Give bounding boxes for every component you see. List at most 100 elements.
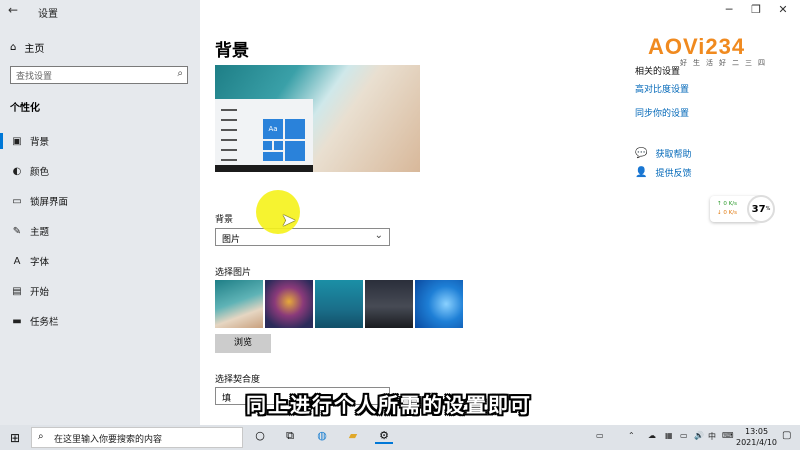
preview-line bbox=[221, 109, 237, 111]
search-input[interactable]: 查找设置 ⌕ bbox=[10, 66, 188, 84]
upload-speed: ↑ 0 K/s bbox=[717, 201, 737, 207]
picture-thumbnail-underwater[interactable] bbox=[315, 280, 363, 328]
sidebar-item-label: 开始 bbox=[30, 287, 50, 298]
help-chat-icon: 💬 bbox=[635, 148, 648, 159]
window-title: 设置 bbox=[38, 9, 58, 20]
clock-time: 13:05 bbox=[744, 427, 769, 436]
dropdown-value: 图片 bbox=[222, 235, 241, 245]
sidebar-item-label: 锁屏界面 bbox=[30, 197, 69, 208]
notification-icon[interactable]: ▢ bbox=[782, 430, 791, 441]
download-speed: ↓ 0 K/s bbox=[717, 210, 737, 216]
sidebar-item-label: 任务栏 bbox=[30, 317, 59, 328]
clock-date: 2021/4/10 bbox=[736, 438, 778, 447]
preview-window: Aa bbox=[215, 99, 313, 172]
network-icon[interactable]: ▦ bbox=[665, 431, 673, 440]
feedback-icon: 👤 bbox=[635, 167, 648, 178]
sidebar-item-taskbar[interactable]: ▬ 任务栏 bbox=[0, 309, 200, 333]
home-nav[interactable]: ⌂ 主页 bbox=[10, 40, 44, 55]
sidebar-item-colors[interactable]: ◐ 颜色 bbox=[0, 159, 200, 183]
preview-line bbox=[221, 149, 237, 151]
sidebar-item-themes[interactable]: ✎ 主题 bbox=[0, 219, 200, 243]
picture-thumbnail-windows[interactable] bbox=[415, 280, 463, 328]
sidebar-item-label: 背景 bbox=[30, 137, 50, 148]
category-title: 个性化 bbox=[10, 103, 40, 114]
fit-label: 选择契合度 bbox=[215, 375, 261, 385]
sidebar-item-start[interactable]: ▤ 开始 bbox=[0, 279, 200, 303]
file-explorer-icon[interactable]: ▰ bbox=[344, 429, 362, 442]
watermark-logo: AOVi234 bbox=[648, 34, 746, 59]
sidebar-item-label: 字体 bbox=[30, 257, 50, 268]
preview-line bbox=[221, 139, 237, 141]
image-icon: ▣ bbox=[12, 135, 22, 147]
fit-value: 填 bbox=[222, 394, 232, 404]
tray-arrow-icon[interactable]: ⌃ bbox=[628, 431, 635, 440]
preview-tile bbox=[285, 119, 305, 139]
get-help-label: 获取帮助 bbox=[655, 150, 692, 160]
preview-tile: Aa bbox=[263, 119, 283, 139]
sidebar-item-label: 主题 bbox=[30, 227, 50, 238]
background-preview: Aa bbox=[215, 65, 420, 172]
task-view-icon[interactable]: ⧉ bbox=[281, 429, 299, 443]
taskbar-search-placeholder: 在这里输入你要搜索的内容 bbox=[54, 435, 163, 445]
sidebar-item-lock-screen[interactable]: ▭ 锁屏界面 bbox=[0, 189, 200, 213]
mouse-pointer-icon: ➤ bbox=[281, 210, 297, 231]
picture-thumbnail-night[interactable] bbox=[365, 280, 413, 328]
download-speed-value: 0 K/s bbox=[723, 210, 737, 216]
lock-screen-icon: ▭ bbox=[12, 195, 22, 207]
browse-button[interactable]: 浏览 bbox=[215, 334, 271, 353]
brush-icon: ✎ bbox=[12, 225, 22, 237]
cortana-icon[interactable]: ○ bbox=[251, 429, 269, 442]
taskbar-search-box[interactable]: ⌕ 在这里输入你要搜索的内容 bbox=[31, 427, 243, 448]
background-type-dropdown[interactable]: 图片 ⌄ bbox=[215, 228, 390, 246]
close-button[interactable]: ✕ bbox=[772, 3, 794, 16]
gauge-unit: % bbox=[765, 206, 771, 212]
search-placeholder: 查找设置 bbox=[16, 72, 53, 82]
preview-tile bbox=[285, 141, 305, 161]
battery-icon[interactable]: ▭ bbox=[596, 431, 604, 440]
search-icon: ⌕ bbox=[177, 68, 183, 79]
video-caption: 同上进行个人所需的设置即可 bbox=[246, 393, 532, 417]
preview-tile bbox=[274, 141, 283, 150]
preview-line bbox=[221, 119, 237, 121]
home-icon: ⌂ bbox=[10, 42, 17, 53]
edge-browser-icon[interactable]: ◍ bbox=[313, 429, 331, 442]
search-icon: ⌕ bbox=[38, 431, 44, 442]
choose-picture-label: 选择图片 bbox=[215, 268, 252, 278]
palette-icon: ◐ bbox=[12, 165, 22, 177]
preview-line bbox=[221, 159, 237, 161]
volume-icon[interactable]: 🔊 bbox=[694, 431, 704, 440]
back-arrow-icon[interactable]: ← bbox=[8, 3, 18, 17]
minimize-button[interactable]: ─ bbox=[718, 3, 740, 16]
preview-tile bbox=[263, 141, 272, 150]
sidebar-item-background[interactable]: ▣ 背景 bbox=[0, 129, 200, 153]
windows-start-icon[interactable]: ⊞ bbox=[0, 425, 30, 450]
chevron-down-icon: ⌄ bbox=[374, 230, 383, 241]
keyboard-icon[interactable]: ⌨ bbox=[722, 431, 734, 440]
sidebar-item-label: 颜色 bbox=[30, 167, 50, 178]
get-help-link[interactable]: 💬 获取帮助 bbox=[635, 147, 691, 160]
settings-gear-icon[interactable]: ⚙ bbox=[375, 429, 393, 444]
system-clock[interactable]: 13:05 2021/4/10 bbox=[736, 426, 777, 448]
maximize-button[interactable]: ❐ bbox=[745, 3, 767, 16]
ime-indicator[interactable]: 中 bbox=[708, 431, 716, 442]
font-icon: A bbox=[13, 255, 21, 267]
home-label: 主页 bbox=[24, 44, 45, 55]
picture-thumbnail-beach[interactable] bbox=[215, 280, 263, 328]
watermark-subtitle: 好生活好二三四 bbox=[680, 59, 771, 67]
cpu-usage-gauge: 37% bbox=[747, 195, 775, 223]
feedback-link[interactable]: 👤 提供反馈 bbox=[635, 166, 691, 179]
taskbar: ⊞ ⌕ 在这里输入你要搜索的内容 ○ ⧉ ◍ ▰ ⚙ ▭ ⌃ ☁ ▦ ▭ 🔊 中… bbox=[0, 425, 800, 450]
picture-thumbnail-art[interactable] bbox=[265, 280, 313, 328]
background-label: 背景 bbox=[215, 215, 234, 225]
monitor-icon[interactable]: ▭ bbox=[680, 431, 688, 440]
related-settings-title: 相关的设置 bbox=[635, 67, 681, 77]
feedback-label: 提供反馈 bbox=[655, 169, 692, 179]
start-icon: ▤ bbox=[12, 285, 22, 297]
sidebar-item-fonts[interactable]: A 字体 bbox=[0, 249, 200, 273]
sync-settings-link[interactable]: 同步你的设置 bbox=[635, 106, 689, 119]
cloud-icon[interactable]: ☁ bbox=[648, 431, 656, 440]
taskbar-icon: ▬ bbox=[12, 315, 22, 327]
gauge-value: 37 bbox=[751, 203, 766, 215]
preview-tile bbox=[263, 152, 283, 161]
high-contrast-link[interactable]: 高对比度设置 bbox=[635, 82, 689, 95]
